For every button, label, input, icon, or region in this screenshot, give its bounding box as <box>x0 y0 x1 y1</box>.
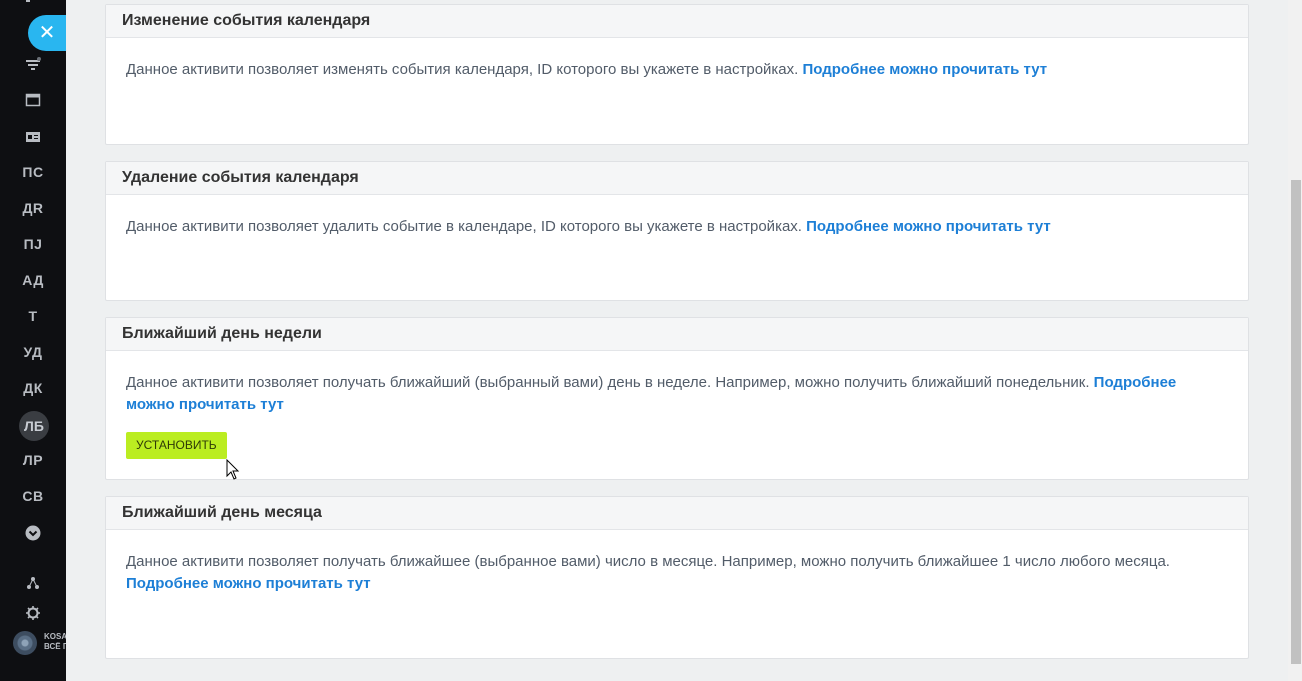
card-title: Удаление события календаря <box>106 162 1248 195</box>
company-name-line1: KOSA <box>44 632 66 641</box>
activity-card-edit-event: Изменение события календаря Данное актив… <box>105 4 1249 145</box>
window-icon[interactable] <box>25 92 41 108</box>
activity-card-delete-event: Удаление события календаря Данное активи… <box>105 161 1249 301</box>
sidebar-item-dr[interactable]: ДR <box>0 200 66 216</box>
card-description: Данное активити позволяет получать ближа… <box>106 351 1248 459</box>
read-more-link[interactable]: Подробнее можно прочитать тут <box>806 218 1051 235</box>
activity-card-nearest-month-day: Ближайший день месяца Данное активити по… <box>105 496 1249 659</box>
gear-icon[interactable] <box>25 605 41 621</box>
read-more-link[interactable]: Подробнее можно прочитать тут <box>802 61 1047 78</box>
install-button[interactable]: УСТАНОВИТЬ <box>126 432 227 459</box>
close-icon: ✕ <box>38 22 56 44</box>
card-title: Ближайший день месяца <box>106 497 1248 530</box>
read-more-link[interactable]: Подробнее можно прочитать тут <box>126 575 371 592</box>
mouse-cursor-icon <box>226 459 240 480</box>
left-sidebar: ✕ ПС ДR ПJ АД Т УД ДК ЛБ ЛР СВ KOSA ВСЁ … <box>0 0 66 681</box>
sidebar-item-pj[interactable]: ПJ <box>0 236 66 252</box>
activity-card-nearest-weekday: Ближайший день недели Данное активити по… <box>105 317 1249 480</box>
card-title: Ближайший день недели <box>106 318 1248 351</box>
sidebar-item-t[interactable]: Т <box>0 308 66 324</box>
company-logo[interactable] <box>13 631 37 655</box>
card-text: Данное активити позволяет удалить событи… <box>126 218 802 235</box>
company-name: KOSA ВСЁ П <box>44 632 66 652</box>
scrollbar-thumb[interactable] <box>1291 180 1301 664</box>
card-description: Данное активити позволяет удалить событи… <box>106 195 1248 238</box>
sidebar-item-ad[interactable]: АД <box>0 272 66 288</box>
menu-icon[interactable] <box>0 0 30 10</box>
vertical-scrollbar[interactable] <box>1288 0 1302 681</box>
network-icon[interactable] <box>25 575 41 591</box>
card-description: Данное активити позволяет получать ближа… <box>106 530 1248 595</box>
card-text: Данное активити позволяет получать ближа… <box>126 374 1090 391</box>
filter-icon[interactable] <box>25 57 41 73</box>
card-text: Данное активити позволяет изменять событ… <box>126 61 799 78</box>
company-name-line2: ВСЁ П <box>44 642 66 651</box>
sidebar-item-dk[interactable]: ДК <box>0 380 66 396</box>
chevron-down-circle-icon[interactable] <box>25 525 41 541</box>
card-title: Изменение события календаря <box>106 5 1248 38</box>
sidebar-item-ps[interactable]: ПС <box>0 164 66 180</box>
card-description: Данное активити позволяет изменять событ… <box>106 38 1248 81</box>
sidebar-item-ud[interactable]: УД <box>0 344 66 360</box>
card-text: Данное активити позволяет получать ближа… <box>126 553 1170 570</box>
main-content: Изменение события календаря Данное актив… <box>66 0 1288 681</box>
sidebar-item-sv[interactable]: СВ <box>0 488 66 504</box>
close-button[interactable]: ✕ <box>28 15 66 51</box>
sidebar-item-lr[interactable]: ЛР <box>0 452 66 468</box>
sidebar-item-lb[interactable]: ЛБ <box>19 411 49 441</box>
contact-card-icon[interactable] <box>25 129 41 145</box>
